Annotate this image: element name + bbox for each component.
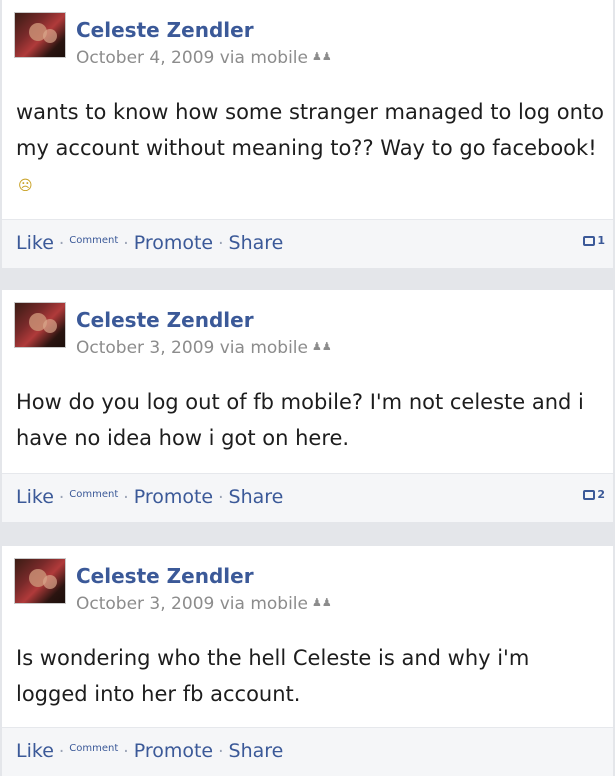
- comment-count-value: 2: [597, 488, 605, 501]
- post-text: Is wondering who the hell Celeste is and…: [16, 640, 606, 712]
- promote-link[interactable]: Promote: [134, 232, 213, 254]
- action-bar: Like · Comment · Promote · Share: [2, 727, 613, 776]
- avatar[interactable]: [14, 558, 66, 604]
- separator: ·: [123, 488, 129, 508]
- post-text: How do you log out of fb mobile? I'm not…: [16, 384, 606, 456]
- comment-link[interactable]: Comment: [69, 489, 118, 500]
- avatar[interactable]: [14, 302, 66, 348]
- comment-bubble-icon: [583, 490, 596, 500]
- separator: ·: [123, 234, 129, 254]
- comment-bubble-icon: [583, 236, 596, 246]
- like-link[interactable]: Like: [16, 486, 54, 508]
- separator: ·: [123, 742, 129, 762]
- action-bar: Like · Comment · Promote · Share 1: [2, 219, 613, 268]
- status-post: Celeste Zendler October 4, 2009 via mobi…: [2, 0, 613, 268]
- action-bar: Like · Comment · Promote · Share 2: [2, 473, 613, 522]
- author-name[interactable]: Celeste Zendler: [76, 18, 254, 42]
- post-date[interactable]: October 4, 2009 via mobile: [76, 48, 308, 68]
- like-link[interactable]: Like: [16, 740, 54, 762]
- author-name[interactable]: Celeste Zendler: [76, 564, 254, 588]
- separator: ·: [58, 488, 65, 508]
- post-text-content: wants to know how some stranger managed …: [16, 100, 604, 160]
- like-link[interactable]: Like: [16, 232, 54, 254]
- post-date[interactable]: October 3, 2009 via mobile: [76, 594, 308, 614]
- author-name[interactable]: Celeste Zendler: [76, 308, 254, 332]
- separator: ·: [218, 742, 224, 762]
- promote-link[interactable]: Promote: [134, 740, 213, 762]
- post-date[interactable]: October 3, 2009 via mobile: [76, 338, 308, 358]
- sad-emoticon-icon: ☹: [18, 178, 33, 194]
- people-icon: ♟♟: [312, 596, 332, 609]
- people-icon: ♟♟: [312, 340, 332, 353]
- promote-link[interactable]: Promote: [134, 486, 213, 508]
- post-meta: October 3, 2009 via mobile ♟♟: [76, 594, 332, 614]
- comment-count[interactable]: 2: [583, 488, 605, 501]
- post-meta: October 3, 2009 via mobile ♟♟: [76, 338, 332, 358]
- people-icon: ♟♟: [312, 50, 332, 63]
- separator: ·: [58, 742, 65, 762]
- post-text: wants to know how some stranger managed …: [16, 94, 606, 204]
- comment-link[interactable]: Comment: [69, 235, 118, 246]
- comment-count[interactable]: 1: [583, 234, 605, 247]
- status-post: Celeste Zendler October 3, 2009 via mobi…: [2, 290, 613, 522]
- share-link[interactable]: Share: [229, 486, 284, 508]
- comment-link[interactable]: Comment: [69, 743, 118, 754]
- share-link[interactable]: Share: [229, 740, 284, 762]
- post-text-content: How do you log out of fb mobile? I'm not…: [16, 390, 584, 450]
- post-text-content: Is wondering who the hell Celeste is and…: [16, 646, 530, 706]
- separator: ·: [218, 488, 224, 508]
- avatar[interactable]: [14, 12, 66, 58]
- separator: ·: [58, 234, 65, 254]
- comment-count-value: 1: [597, 234, 605, 247]
- status-post: Celeste Zendler October 3, 2009 via mobi…: [2, 546, 613, 776]
- share-link[interactable]: Share: [229, 232, 284, 254]
- separator: ·: [218, 234, 224, 254]
- post-meta: October 4, 2009 via mobile ♟♟: [76, 48, 332, 68]
